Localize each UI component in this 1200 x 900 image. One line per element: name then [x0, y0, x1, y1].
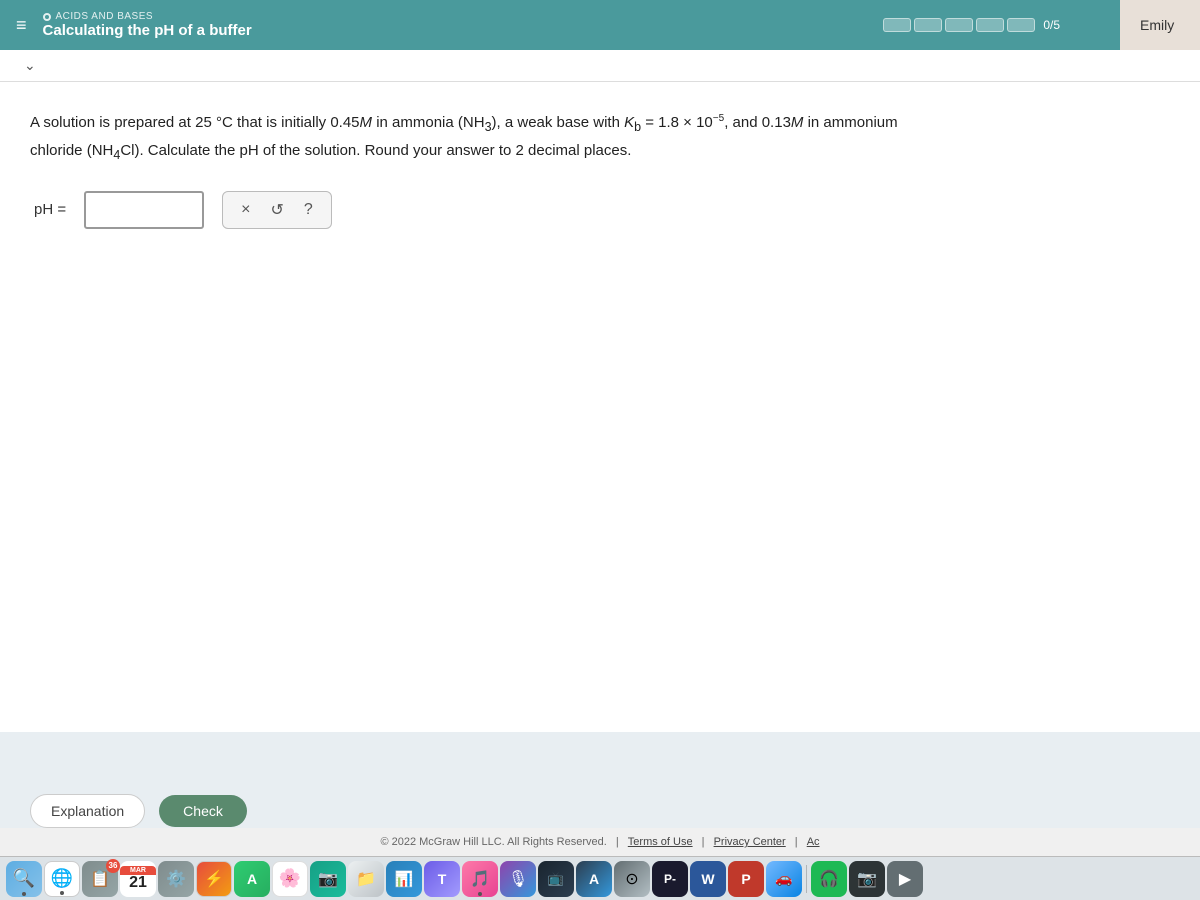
dock-item-analytics[interactable]: 📊: [386, 861, 422, 897]
dock-item-teleprompter[interactable]: T: [424, 861, 460, 897]
progress-segment-2: [914, 18, 942, 32]
progress-label: 0/5: [1043, 18, 1060, 32]
powerpoint-icon: P: [741, 871, 750, 887]
main-content: A solution is prepared at 25 °C that is …: [0, 82, 1200, 732]
calendar-date: 21: [129, 875, 147, 891]
facetime-icon: 📷: [318, 869, 338, 889]
finder-icon: 🔍: [13, 868, 35, 889]
analytics-icon: 📊: [395, 870, 414, 888]
progress-segment-1: [883, 18, 911, 32]
notification-badge: 36: [106, 859, 120, 873]
dock-item-photos[interactable]: 🌸: [272, 861, 308, 897]
dock-item-music[interactable]: 🎵: [462, 861, 498, 897]
word-icon: W: [701, 871, 714, 887]
footer-bar: © 2022 McGraw Hill LLC. All Rights Reser…: [0, 828, 1200, 856]
dock-item-files[interactable]: 📁: [348, 861, 384, 897]
music-icon: 🎵: [470, 869, 490, 889]
dock-item-video[interactable]: 📷: [849, 861, 885, 897]
app-blue-a-icon: A: [589, 871, 599, 887]
action-buttons-group: × ↺ ?: [222, 191, 332, 229]
podcast-icon: 🎙: [508, 869, 528, 889]
dock-item-maps[interactable]: 🚗: [766, 861, 802, 897]
photos-icon: 🌸: [279, 868, 301, 889]
dock-item-circle-app[interactable]: ⊙: [614, 861, 650, 897]
dock-item-app-a[interactable]: A: [234, 861, 270, 897]
dock-item-chrome[interactable]: 🌐: [44, 861, 80, 897]
launchpad-icon: ⚡: [204, 869, 224, 889]
footer-separator-2: |: [699, 836, 708, 848]
user-area[interactable]: Emily: [1120, 0, 1200, 50]
dock-item-launchpad[interactable]: ⚡: [196, 861, 232, 897]
dock-item-notifications[interactable]: 📋 36: [82, 861, 118, 897]
ph-input[interactable]: [84, 191, 204, 229]
footer-separator-3: |: [792, 836, 801, 848]
user-name: Emily: [1140, 17, 1174, 33]
category-dot-icon: [43, 13, 51, 21]
undo-button[interactable]: ↺: [266, 198, 287, 222]
dock-item-appletv[interactable]: 📺: [538, 861, 574, 897]
teleprompter-icon: T: [438, 871, 447, 887]
help-button[interactable]: ?: [300, 199, 317, 221]
bottom-actions: Explanation Check: [0, 794, 1200, 828]
video-icon: 📷: [857, 869, 877, 889]
dock-item-terminal[interactable]: P-: [652, 861, 688, 897]
dock-item-powerpoint[interactable]: P: [728, 861, 764, 897]
problem-statement: A solution is prepared at 25 °C that is …: [30, 110, 930, 167]
appletv-icon: 📺: [548, 871, 564, 887]
arrow-icon: ▶: [899, 869, 911, 889]
dock-item-podcast[interactable]: 🎙: [500, 861, 536, 897]
accessibility-link[interactable]: Ac: [807, 836, 820, 848]
check-button[interactable]: Check: [159, 795, 247, 827]
progress-segment-3: [945, 18, 973, 32]
privacy-link[interactable]: Privacy Center: [714, 836, 786, 848]
spotify-icon: 🎧: [819, 869, 839, 889]
progress-segments: [883, 18, 1035, 32]
dock: 🔍 🌐 📋 36 MAR 21 ⚙️ ⚡ A 🌸 📷 📁 📊: [0, 856, 1200, 900]
dock-item-word[interactable]: W: [690, 861, 726, 897]
copyright-text: © 2022 McGraw Hill LLC. All Rights Reser…: [380, 836, 606, 848]
collapse-button[interactable]: ⌄: [16, 53, 44, 78]
chevron-bar: ⌄: [0, 50, 1200, 82]
dock-item-facetime[interactable]: 📷: [310, 861, 346, 897]
header-title-group: ACIDS AND BASES Calculating the pH of a …: [43, 11, 252, 39]
ph-label: pH =: [34, 201, 66, 218]
dock-item-spotify[interactable]: 🎧: [811, 861, 847, 897]
dock-item-system-prefs[interactable]: ⚙️: [158, 861, 194, 897]
progress-segment-5: [1007, 18, 1035, 32]
header-category: ACIDS AND BASES: [43, 11, 252, 22]
dock-separator: [806, 865, 807, 893]
progress-segment-4: [976, 18, 1004, 32]
maps-icon: 🚗: [775, 870, 792, 887]
terminal-icon: P-: [664, 872, 676, 886]
files-icon: 📁: [356, 869, 376, 889]
menu-icon[interactable]: ≡: [16, 15, 27, 36]
terms-link[interactable]: Terms of Use: [628, 836, 693, 848]
clear-button[interactable]: ×: [237, 199, 254, 221]
footer-separator-1: |: [613, 836, 622, 848]
circle-app-icon: ⊙: [625, 869, 638, 889]
dock-item-finder[interactable]: 🔍: [6, 861, 42, 897]
header-bar: ≡ ACIDS AND BASES Calculating the pH of …: [0, 0, 1200, 50]
answer-row: pH = × ↺ ?: [34, 191, 1170, 229]
notification-icon: 📋: [90, 869, 110, 889]
progress-bar: 0/5: [883, 18, 1060, 32]
chrome-icon: 🌐: [51, 868, 73, 889]
dock-item-arrow[interactable]: ▶: [887, 861, 923, 897]
app-a-icon: A: [247, 871, 257, 887]
dock-item-calendar[interactable]: MAR 21: [120, 861, 156, 897]
page-title: Calculating the pH of a buffer: [43, 22, 252, 39]
explanation-button[interactable]: Explanation: [30, 794, 145, 828]
system-prefs-icon: ⚙️: [166, 869, 186, 889]
dock-item-app-blue-a[interactable]: A: [576, 861, 612, 897]
